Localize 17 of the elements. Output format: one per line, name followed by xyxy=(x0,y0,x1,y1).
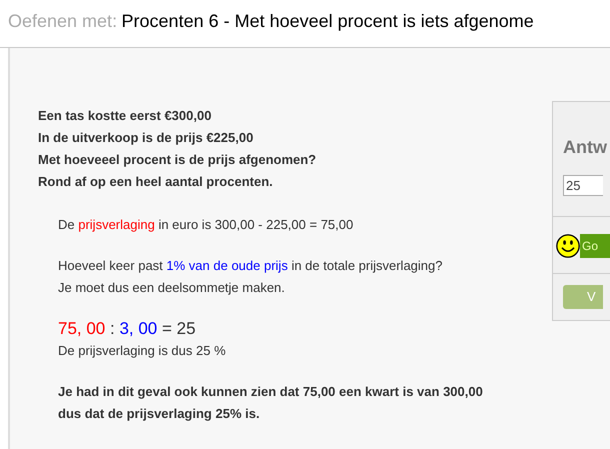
answer-heading: Antw xyxy=(563,136,608,159)
answer-field[interactable]: 25 xyxy=(563,175,603,196)
smiley-icon xyxy=(556,234,580,258)
explanation-text: De prijsverlaging in euro is 300,00 - 225,00 = 75,00 xyxy=(58,216,354,234)
division-formula: 75, 00 : 3, 00 = 25 xyxy=(58,318,197,340)
exercise-title: Procenten 6 - Met hoeveel procent is iets afgenome xyxy=(122,11,534,31)
explanation-text: De prijsverlaging is dus 25 % xyxy=(58,342,227,360)
explanation-text: Je moet dus een deelsommetje maken. xyxy=(58,279,286,297)
question-line: In de uitverkoop is de prijs €225,00 xyxy=(38,129,254,146)
next-button[interactable]: V xyxy=(563,285,603,309)
question-line: Rond af op een heel aantal procenten. xyxy=(38,173,274,190)
check-button[interactable]: Go xyxy=(580,234,610,258)
question-line: Met hoeveeel procent is de prijs afgenomen? xyxy=(38,151,318,168)
explanation-text: Hoeveel keer past 1% van de oude prijs in de totale prijsverlaging? xyxy=(58,257,444,275)
breadcrumb-label: Oefenen met: xyxy=(8,11,118,31)
conclusion-text: Je had in dit geval ook kunnen zien dat 75,00 een kwart is van 300,00 dus dat de prijsverlaging 25% is. xyxy=(58,383,484,423)
question-line: Een tas kostte eerst €300,00 xyxy=(38,107,212,124)
